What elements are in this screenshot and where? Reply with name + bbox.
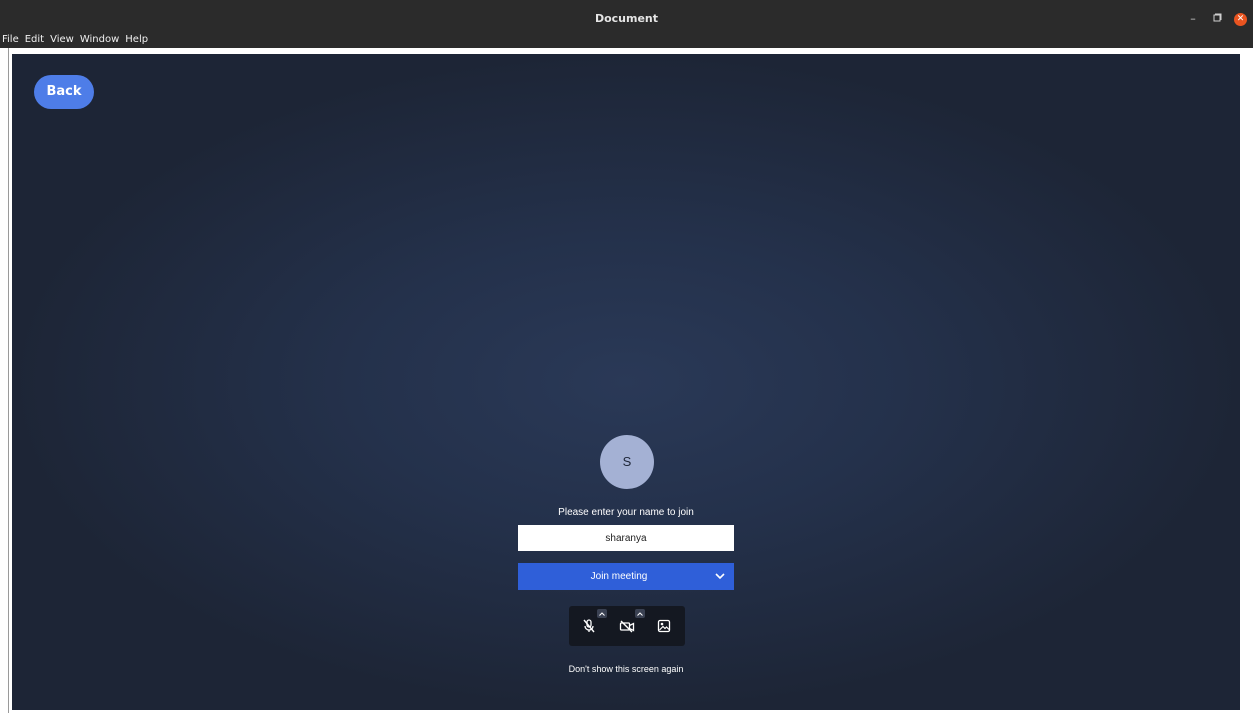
menu-view[interactable]: View — [50, 32, 74, 48]
virtual-background-icon[interactable] — [654, 616, 674, 636]
close-icon[interactable]: ✕ — [1234, 12, 1247, 26]
minimize-icon[interactable]: – — [1186, 12, 1200, 26]
menu-bar: File Edit View Window Help — [0, 32, 1253, 48]
mic-off-icon[interactable] — [579, 616, 599, 636]
avatar: S — [600, 435, 654, 489]
media-toolbar — [569, 606, 685, 646]
window-title: Document — [594, 12, 659, 25]
name-input[interactable] — [518, 525, 734, 551]
restore-icon[interactable] — [1210, 12, 1224, 26]
window-controls: – ✕ — [1186, 12, 1247, 26]
camera-off-icon[interactable] — [617, 616, 637, 636]
menu-window[interactable]: Window — [80, 32, 119, 48]
menu-help[interactable]: Help — [125, 32, 148, 48]
menu-file[interactable]: File — [2, 32, 19, 48]
chevron-down-icon[interactable] — [706, 573, 734, 580]
dont-show-again-link[interactable]: Don't show this screen again — [12, 664, 1240, 678]
window-titlebar: Document – ✕ — [0, 0, 1253, 32]
frame-right — [1240, 48, 1253, 713]
frame-left — [0, 48, 12, 713]
frame-divider — [8, 48, 9, 713]
join-prompt: Please enter your name to join — [558, 507, 694, 518]
prejoin-screen: Back S Please enter your name to join Jo… — [12, 54, 1240, 710]
back-button[interactable]: Back — [34, 75, 94, 109]
join-meeting-button[interactable]: Join meeting — [518, 563, 734, 590]
join-meeting-label: Join meeting — [590, 571, 648, 582]
menu-edit[interactable]: Edit — [25, 32, 44, 48]
